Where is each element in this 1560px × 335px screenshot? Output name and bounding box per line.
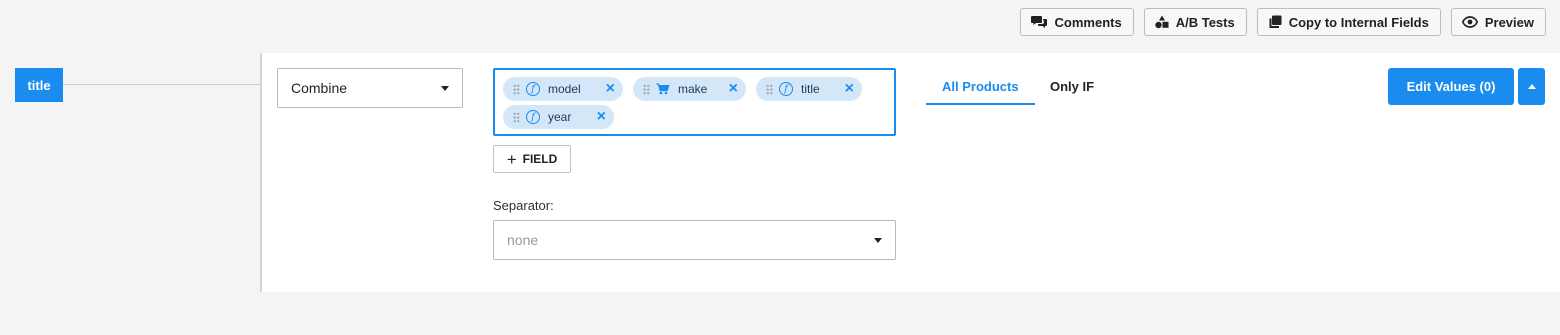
comments-button[interactable]: Comments xyxy=(1019,8,1134,36)
rule-panel: Combine f model × make × f title × f yea… xyxy=(260,53,1560,292)
remove-chip-icon[interactable]: × xyxy=(729,81,738,97)
field-tag-input[interactable]: f model × make × f title × f year × xyxy=(493,68,896,136)
function-icon: f xyxy=(526,110,540,124)
separator-select[interactable]: none xyxy=(493,220,896,260)
shapes-icon xyxy=(1155,15,1169,29)
plus-icon: + xyxy=(506,149,517,169)
field-chip-model[interactable]: f model × xyxy=(503,77,623,101)
field-chip-label: title xyxy=(801,82,820,96)
active-tab-indicator xyxy=(926,103,1035,105)
top-toolbar: Comments A/B Tests Copy to Internal Fiel… xyxy=(1019,8,1546,36)
field-chip-label: year xyxy=(548,110,572,124)
drag-handle-icon[interactable] xyxy=(513,111,520,123)
field-chip-label: make xyxy=(678,82,708,96)
remove-chip-icon[interactable]: × xyxy=(845,81,854,97)
edit-values-button[interactable]: Edit Values (0) xyxy=(1388,68,1514,105)
connector-line xyxy=(63,84,260,85)
field-chip-make[interactable]: make × xyxy=(633,77,746,101)
separator-select-value: none xyxy=(507,232,539,248)
drag-handle-icon[interactable] xyxy=(643,83,650,95)
drag-handle-icon[interactable] xyxy=(513,83,520,95)
preview-button[interactable]: Preview xyxy=(1450,8,1546,36)
function-icon: f xyxy=(779,82,793,96)
tab-only-if[interactable]: Only IF xyxy=(1050,79,1094,94)
field-chip-title[interactable]: f title × xyxy=(756,77,862,101)
add-field-button[interactable]: + FIELD xyxy=(493,145,571,173)
add-field-label: FIELD xyxy=(522,152,558,166)
field-chip-year[interactable]: f year × xyxy=(503,105,614,129)
comments-label: Comments xyxy=(1054,14,1122,30)
field-chip-label: model xyxy=(548,82,581,96)
separator-label: Separator: xyxy=(493,198,554,213)
drag-handle-icon[interactable] xyxy=(766,83,773,95)
copy-icon xyxy=(1268,15,1282,29)
combine-select-value: Combine xyxy=(291,80,348,96)
remove-chip-icon[interactable]: × xyxy=(606,81,615,97)
function-icon: f xyxy=(526,82,540,96)
caret-down-icon xyxy=(441,85,449,91)
eye-icon xyxy=(1461,16,1478,28)
edit-values-toggle[interactable] xyxy=(1518,68,1545,105)
comments-icon xyxy=(1030,15,1048,29)
combine-select[interactable]: Combine xyxy=(277,68,463,108)
tab-all-products[interactable]: All Products xyxy=(942,79,1019,94)
field-node-title[interactable]: title xyxy=(15,68,63,102)
preview-label: Preview xyxy=(1484,14,1534,30)
ab-tests-button[interactable]: A/B Tests xyxy=(1143,8,1247,36)
ab-tests-label: A/B Tests xyxy=(1175,14,1235,30)
remove-chip-icon[interactable]: × xyxy=(597,109,606,125)
caret-down-icon xyxy=(874,237,882,243)
copy-internal-fields-button[interactable]: Copy to Internal Fields xyxy=(1256,8,1441,36)
caret-up-icon xyxy=(1527,84,1536,89)
cart-icon xyxy=(656,83,670,95)
copy-label: Copy to Internal Fields xyxy=(1288,14,1429,30)
